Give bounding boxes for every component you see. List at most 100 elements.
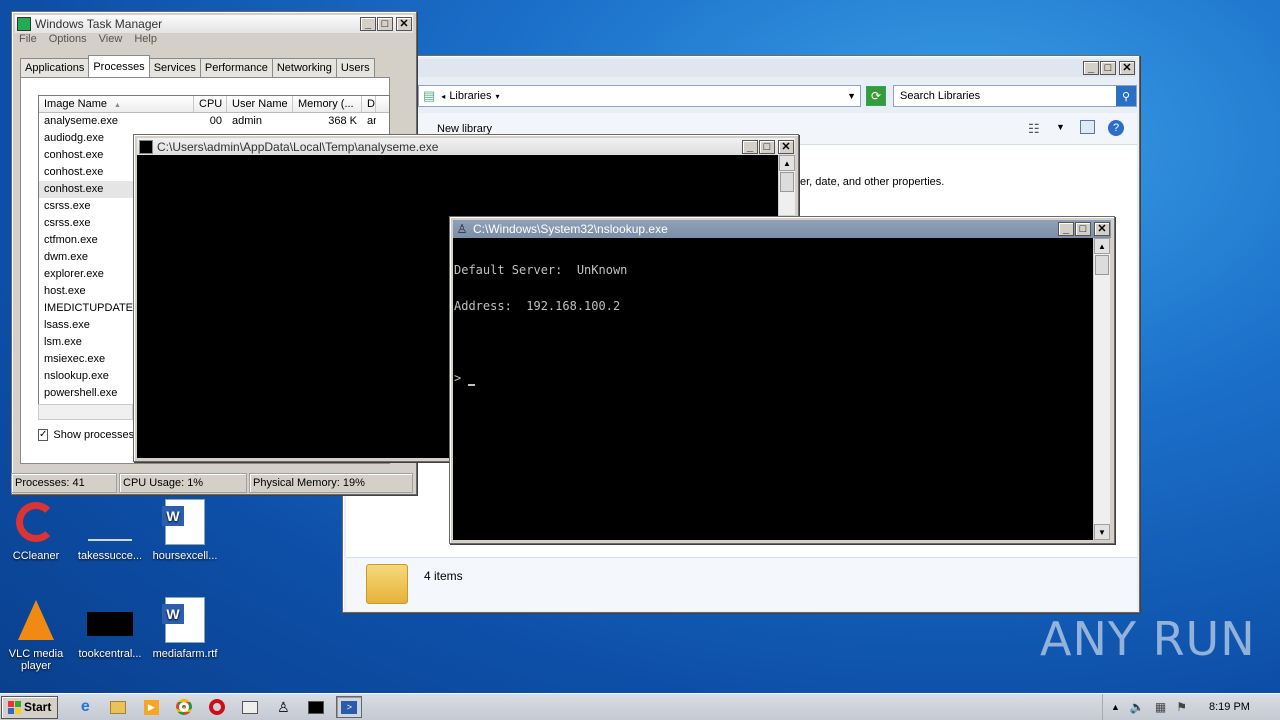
horizontal-scrollbar[interactable] (38, 404, 133, 420)
chrome-icon[interactable] (171, 696, 197, 718)
desktop-icon-vlc[interactable]: VLC media player (1, 596, 71, 672)
minimize-button[interactable]: _ (360, 17, 376, 31)
console-line-default-server: Default Server: UnKnown (454, 263, 628, 277)
volume-icon[interactable]: 🔈 (1130, 700, 1145, 714)
task-manager-titlebar[interactable]: Windows Task Manager _ □ ✕ (15, 15, 413, 33)
show-processes-checkbox[interactable]: ✓ Show processes (38, 429, 133, 441)
watermark-text: ANY RUN (1040, 612, 1256, 666)
anyrun-watermark: ANY RUN (1040, 612, 1256, 666)
task-manager-menubar: File Options View Help (19, 33, 157, 45)
address-libraries[interactable]: Libraries (449, 90, 491, 102)
desktop-icon-label: VLC media player (8, 648, 64, 672)
help-icon[interactable]: ? (1108, 120, 1124, 136)
column-user-name[interactable]: User Name (227, 96, 293, 112)
tab-processes[interactable]: Processes (88, 55, 150, 77)
menu-file[interactable]: File (19, 33, 37, 45)
chevron-down-icon[interactable]: ▾ (496, 92, 500, 101)
tab-performance[interactable]: Performance (199, 58, 273, 77)
action-center-flag-icon[interactable]: ⚑ (1176, 700, 1187, 714)
console-taskbar-icon[interactable] (303, 696, 329, 718)
nslookup-icon: ♙ (456, 222, 468, 236)
column-image-name[interactable]: Image Name ▲ (39, 96, 194, 112)
maximize-button[interactable]: □ (1100, 61, 1116, 75)
explorer-address-bar[interactable]: ▤ ◂ Libraries ▾ ▼ (418, 85, 861, 107)
powershell-taskbar-icon[interactable]: > (336, 696, 363, 718)
process-cell-mem: 368 K (328, 115, 357, 127)
libraries-icon: ▤ (423, 88, 436, 103)
start-button[interactable]: Start (1, 695, 59, 719)
desktop-icon-label: hoursexcell... (152, 550, 218, 562)
start-label: Start (24, 700, 52, 714)
scroll-up-arrow-icon[interactable]: ▲ (1094, 238, 1110, 254)
task-manager-title: Windows Task Manager (35, 17, 163, 31)
nslookup-vertical-scrollbar[interactable]: ▲ ▼ (1093, 238, 1110, 540)
search-icon[interactable]: ⚲ (1116, 86, 1136, 106)
breadcrumb-arrow-icon[interactable]: ◂ (441, 92, 445, 101)
internet-explorer-icon[interactable]: e (72, 696, 98, 718)
analyseme-title: C:\Users\admin\AppData\Local\Temp\analys… (157, 140, 439, 154)
maximize-button[interactable]: □ (377, 17, 393, 31)
close-button[interactable]: ✕ (1094, 222, 1110, 236)
close-button[interactable]: ✕ (396, 17, 412, 31)
scroll-thumb[interactable] (780, 172, 794, 192)
explorer-titlebar[interactable]: _ □ ✕ (346, 59, 1136, 77)
process-cell-user: admin (232, 115, 262, 127)
media-player-icon[interactable]: ▶ (138, 696, 164, 718)
search-libraries-input[interactable]: Search Libraries ⚲ (893, 85, 1137, 107)
menu-view[interactable]: View (99, 33, 123, 45)
tab-users[interactable]: Users (335, 58, 375, 77)
ccleaner-icon (12, 498, 60, 546)
desktop-icon-takessucce[interactable]: takessucce... (75, 498, 145, 562)
minimize-button[interactable]: _ (1058, 222, 1074, 236)
scroll-up-arrow-icon[interactable]: ▲ (779, 155, 795, 171)
nslookup-taskbar-icon[interactable]: ♙ (270, 696, 296, 718)
task-manager-taskbar-icon[interactable] (237, 696, 263, 718)
analyseme-titlebar[interactable]: C:\Users\admin\AppData\Local\Temp\analys… (137, 138, 795, 156)
analyseme-vertical-scrollbar[interactable]: ▲ (778, 155, 795, 215)
maximize-button[interactable]: □ (759, 140, 775, 154)
taskbar: Start e ▶ ♙ > ▲ 🔈 ▦ ⚑ 8:19 PM (0, 693, 1280, 720)
tab-services[interactable]: Services (148, 58, 201, 77)
tab-applications[interactable]: Applications (20, 58, 90, 77)
sort-ascending-icon: ▲ (114, 102, 121, 109)
view-dropdown-icon[interactable]: ▼ (1056, 122, 1065, 132)
nslookup-titlebar[interactable]: ♙ C:\Windows\System32\nslookup.exe _ □ ✕ (453, 220, 1111, 238)
text-cursor (468, 384, 476, 386)
scroll-down-arrow-icon[interactable]: ▼ (1094, 524, 1110, 540)
minimize-button[interactable]: _ (1083, 61, 1099, 75)
nslookup-console-output[interactable]: Default Server: UnKnown Address: 192.168… (453, 238, 1093, 540)
word-doc-icon: W (161, 498, 209, 546)
desktop-icon-hoursexcell[interactable]: W hoursexcell... (150, 498, 220, 562)
address-dropdown-icon[interactable]: ▼ (847, 91, 856, 101)
desktop-icon-mediafarm[interactable]: W mediafarm.rtf (150, 596, 220, 660)
column-description[interactable]: D (362, 96, 376, 112)
process-row[interactable]: analyseme.exe 00 admin 368 K ar (39, 113, 389, 130)
task-manager-icon (17, 17, 31, 31)
explorer-details-pane: 4 items (346, 557, 1137, 611)
column-memory[interactable]: Memory (... (293, 96, 362, 112)
show-hidden-icons-icon[interactable]: ▲ (1111, 702, 1120, 712)
preview-pane-icon[interactable] (1080, 120, 1095, 134)
process-cell-name: analyseme.exe (44, 115, 118, 127)
process-list-header: Image Name ▲ CPU User Name Memory (... D (39, 96, 389, 113)
view-options-icon[interactable]: ☷ (1028, 121, 1040, 137)
refresh-button[interactable]: ⟳ (866, 86, 886, 106)
minimize-button[interactable]: _ (742, 140, 758, 154)
close-button[interactable]: ✕ (778, 140, 794, 154)
maximize-button[interactable]: □ (1075, 222, 1091, 236)
tab-networking[interactable]: Networking (271, 58, 337, 77)
scroll-thumb[interactable] (1095, 255, 1109, 275)
clock[interactable]: 8:19 PM (1209, 701, 1250, 713)
menu-options[interactable]: Options (49, 33, 87, 45)
blank-file-icon (86, 498, 134, 546)
file-explorer-icon[interactable] (105, 696, 131, 718)
desktop-icon-ccleaner[interactable]: CCleaner (1, 498, 71, 562)
desktop-icon-tookcentral[interactable]: tookcentral... (75, 596, 145, 660)
menu-help[interactable]: Help (134, 33, 157, 45)
network-icon[interactable]: ▦ (1155, 700, 1166, 714)
close-button[interactable]: ✕ (1119, 61, 1135, 75)
task-manager-statusbar: Processes: 41 CPU Usage: 1% Physical Mem… (11, 473, 415, 493)
opera-icon[interactable] (204, 696, 230, 718)
checkbox-checked-icon[interactable]: ✓ (38, 429, 49, 441)
column-cpu[interactable]: CPU (194, 96, 227, 112)
